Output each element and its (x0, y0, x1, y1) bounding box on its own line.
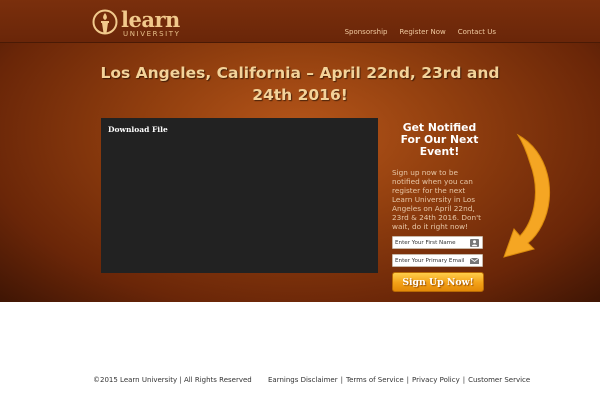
terms-of-service-link[interactable]: Terms of Service (346, 376, 404, 384)
signup-description: Sign up now to be notified when you can … (392, 168, 481, 231)
page-title: Los Angeles, California – April 22nd, 23… (100, 64, 500, 104)
email-field-wrap (392, 254, 483, 267)
footer-separator: | (340, 376, 343, 384)
signup-form: Get Notified For Our Next Event! Sign up… (392, 122, 487, 292)
torch-icon (92, 9, 118, 35)
envelope-icon (470, 257, 479, 264)
main-nav: Sponsorship Register Now Contact Us (345, 28, 496, 36)
nav-register-now[interactable]: Register Now (399, 28, 445, 36)
signup-title: Get Notified For Our Next Event! (400, 121, 479, 158)
footer-separator: | (462, 376, 466, 384)
nav-contact-us[interactable]: Contact Us (458, 28, 496, 36)
privacy-policy-link[interactable]: Privacy Policy (412, 376, 460, 384)
nav-sponsorship[interactable]: Sponsorship (345, 28, 388, 36)
person-icon (470, 239, 479, 247)
logo[interactable]: learn UNIVERSITY (92, 8, 181, 38)
logo-subtitle: UNIVERSITY (123, 29, 181, 38)
sign-up-button[interactable]: Sign Up Now! (392, 272, 484, 292)
first-name-input[interactable] (395, 237, 471, 248)
footer-links: Earnings Disclaimer | Terms of Service |… (268, 376, 530, 384)
logo-word: learn (121, 6, 180, 32)
hero-section: Los Angeles, California – April 22nd, 23… (0, 43, 600, 302)
footer-separator: | (406, 376, 410, 384)
earnings-disclaimer-link[interactable]: Earnings Disclaimer (268, 376, 338, 384)
download-file-link[interactable]: Download File (108, 125, 168, 134)
video-player[interactable]: Download File (101, 118, 378, 273)
footer: ©2015 Learn University | All Rights Rese… (0, 376, 600, 390)
first-name-field-wrap (392, 236, 483, 249)
copyright-text: ©2015 Learn University | All Rights Rese… (93, 376, 252, 384)
customer-service-link[interactable]: Customer Service (468, 376, 530, 384)
curved-arrow-icon (503, 133, 550, 258)
header-bar: learn UNIVERSITY Sponsorship Register No… (0, 0, 600, 43)
email-input[interactable] (395, 255, 471, 266)
